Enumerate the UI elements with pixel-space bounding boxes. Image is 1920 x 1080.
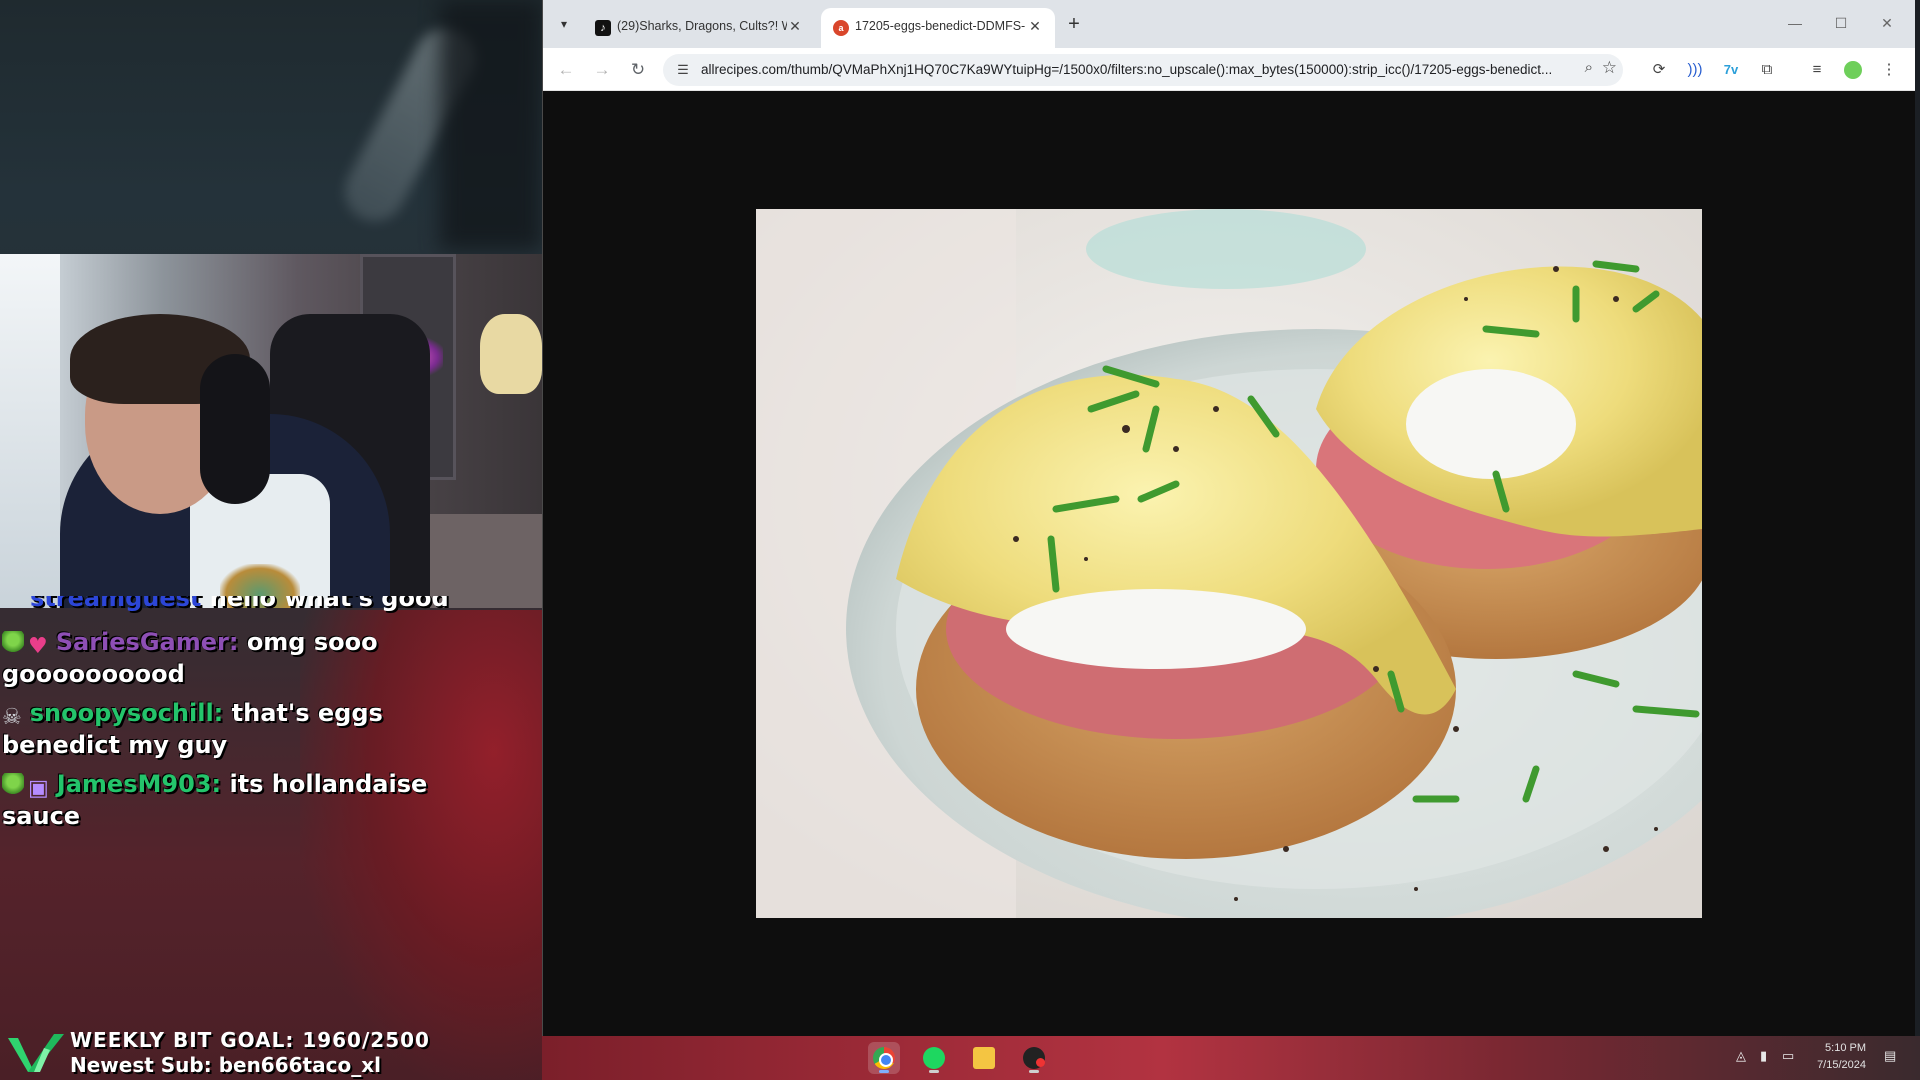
tab-search-chevron-icon[interactable]: ▾ [551, 12, 577, 36]
close-tab-icon[interactable]: ✕ [1025, 16, 1045, 36]
forward-arrow-icon[interactable]: → [589, 57, 615, 83]
display-icon[interactable]: ▭ [1782, 1048, 1794, 1064]
url-text[interactable]: allrecipes.com/thumb/QVMaPhXnj1HQ70C7Ka9… [701, 62, 1571, 77]
back-arrow-icon[interactable]: ← [553, 57, 579, 83]
reload-icon[interactable]: ↻ [625, 57, 651, 83]
chat-username: SariesGamer: [55, 628, 239, 656]
eggs-benedict-illustration [756, 209, 1702, 918]
chat-username: JamesM903: [56, 770, 222, 798]
address-bar[interactable]: ☰ allrecipes.com/thumb/QVMaPhXnj1HQ70C7K… [663, 54, 1623, 86]
headset-icon [200, 354, 270, 504]
streamer [40, 294, 390, 608]
newest-sub-text: Newest Sub: ben666taco_xl [70, 1053, 381, 1077]
bit-goal-text: WEEKLY BIT GOAL: 1960/2500 [70, 1028, 430, 1052]
chat-username: snoopysochill: [29, 699, 224, 727]
gift-icon: ▣ [28, 776, 49, 801]
file-explorer-icon[interactable] [968, 1042, 1000, 1074]
more-menu-icon[interactable]: ⋮ [1877, 58, 1901, 82]
chrome-icon[interactable] [868, 1042, 900, 1074]
chat-message: ▣ JamesM903: its hollandaise sauce [2, 768, 482, 832]
chat-message-partial: streamguest hello what's good [30, 596, 449, 612]
clover-icon [2, 773, 24, 795]
allrecipes-icon: a [833, 20, 849, 36]
media-control-icon[interactable]: ≡ [1805, 58, 1829, 82]
battery-icon[interactable]: ▮ [1760, 1048, 1767, 1064]
clock-date: 7/15/2024 [1817, 1059, 1866, 1071]
tab-title: 17205-eggs-benedict-DDMFS- [855, 19, 1025, 33]
obs-icon[interactable] [1018, 1042, 1050, 1074]
notifications-icon[interactable]: ▤ [1884, 1048, 1896, 1064]
taskbar-clock[interactable]: 5:10 PM 7/15/2024 [1817, 1040, 1866, 1074]
browser-toolbar: ← → ↻ ☰ allrecipes.com/thumb/QVMaPhXnj1H… [543, 48, 1915, 91]
new-tab-button[interactable]: + [1061, 12, 1087, 36]
clover-icon [2, 631, 24, 653]
tiktok-icon: ♪ [595, 20, 611, 36]
bit-goal-widget: WEEKLY BIT GOAL: 1960/2500 Newest Sub: b… [0, 1026, 500, 1080]
windows-taskbar: ◬ ▮ ▭ 5:10 PM 7/15/2024 ▤ [542, 1036, 1920, 1080]
browser-window: ▾ ♪ (29)Sharks, Dragons, Cults?! Wi ✕ a … [542, 0, 1915, 1036]
chat-message: ♥ SariesGamer: omg sooo goooooooood [2, 626, 482, 690]
ghost-icon: ☠ [2, 705, 22, 730]
tab-tiktok[interactable]: ♪ (29)Sharks, Dragons, Cults?! Wi ✕ [583, 8, 815, 48]
extension-7tv-icon[interactable]: 7v [1719, 58, 1743, 82]
blurred-background-shadow [440, 0, 542, 250]
extension-audio-icon[interactable]: ))) [1683, 58, 1707, 82]
spotify-icon[interactable] [918, 1042, 950, 1074]
minimize-icon[interactable]: — [1775, 10, 1815, 36]
clock-time: 5:10 PM [1825, 1042, 1866, 1054]
eggs-benedict-photo [756, 209, 1702, 918]
zoom-icon[interactable]: ⌕ [1585, 59, 1593, 76]
site-settings-icon[interactable]: ☰ [673, 60, 693, 80]
webcam-feed [0, 254, 542, 608]
close-tab-icon[interactable]: ✕ [785, 16, 805, 36]
leaf-logo-icon [8, 1034, 64, 1072]
profile-avatar-icon[interactable] [1841, 58, 1865, 82]
maximize-icon[interactable]: ☐ [1821, 10, 1861, 36]
chat-message: ☠ snoopysochill: that's eggs benedict my … [2, 697, 482, 761]
tab-strip: ▾ ♪ (29)Sharks, Dragons, Cults?! Wi ✕ a … [543, 0, 1915, 48]
close-window-icon[interactable]: ✕ [1867, 10, 1907, 36]
bookmark-star-icon[interactable]: ☆ [1602, 58, 1617, 78]
tab-eggs-benedict[interactable]: a 17205-eggs-benedict-DDMFS- ✕ [821, 8, 1055, 48]
heart-icon: ♥ [28, 634, 48, 659]
webcam-plush-toy [480, 314, 542, 394]
network-icon[interactable]: ◬ [1736, 1048, 1746, 1064]
extension-sync-icon[interactable]: ⟳ [1647, 58, 1671, 82]
page-viewport [543, 91, 1915, 1036]
extensions-puzzle-icon[interactable]: ⧉ [1755, 58, 1779, 82]
tab-title: (29)Sharks, Dragons, Cults?! Wi [617, 19, 787, 33]
